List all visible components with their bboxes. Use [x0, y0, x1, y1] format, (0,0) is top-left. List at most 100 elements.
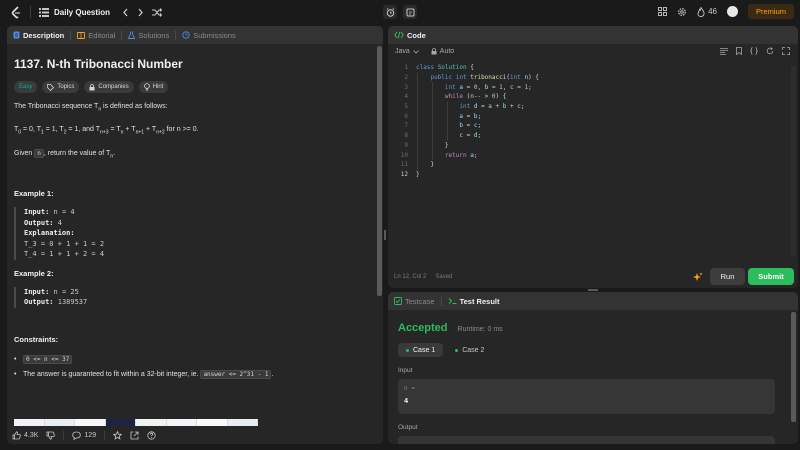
hint-label: Hint [152, 84, 164, 90]
leetcode-logo-icon[interactable] [10, 5, 22, 19]
line-number: 8 [404, 132, 408, 140]
line-number: 12 [400, 170, 408, 178]
braces-icon[interactable] [750, 47, 758, 55]
hint-chip[interactable]: Hint [138, 81, 169, 93]
input-var-name: n = [404, 385, 415, 392]
format-icon[interactable] [720, 47, 728, 55]
ad-banner[interactable] [14, 419, 258, 426]
help-icon[interactable] [147, 430, 156, 440]
lock-icon [89, 83, 95, 91]
layout-grid-icon[interactable] [658, 7, 668, 16]
example-1-output: Output: 4 [24, 218, 370, 229]
star-icon[interactable] [113, 430, 123, 440]
chevron-down-icon [413, 49, 419, 54]
premium-button[interactable]: Premium [747, 4, 794, 19]
comments-button[interactable]: 129 [72, 431, 96, 440]
result-scrollbar[interactable] [791, 312, 796, 440]
constraints-list: 0 <= n <= 37 The answer is guaranteed to… [14, 354, 370, 380]
book-icon [77, 31, 86, 39]
topics-chip[interactable]: Topics [42, 81, 80, 93]
tab-editorial[interactable]: Editorial [77, 31, 115, 40]
code-line: 5 int d = a + b + c; [388, 101, 798, 112]
problem-title[interactable]: 1137. N-th Tribonacci Number [14, 57, 370, 71]
reset-icon[interactable] [766, 47, 774, 55]
streak-counter[interactable]: 46 [697, 6, 717, 17]
vertical-resize-handle[interactable] [384, 230, 386, 240]
thumbs-down-icon[interactable] [46, 431, 56, 440]
code-toolbar: Java Auto [388, 44, 798, 59]
case-label: Case 1 [413, 346, 436, 354]
code-header: Code [388, 26, 798, 44]
chevron-right-icon[interactable] [137, 8, 144, 17]
share-icon[interactable] [130, 431, 139, 440]
code-brackets-icon [394, 31, 404, 39]
given-text: Given n, return the value of Tn. [14, 148, 370, 162]
like-button[interactable]: 4.3K [12, 430, 38, 440]
tab-code-label: Code [407, 30, 426, 40]
def-part: = 0, T [21, 126, 41, 134]
case-1-tab[interactable]: Case 1 [398, 343, 444, 357]
def-part: for n >= 0. [164, 126, 199, 134]
code-line: 11 } [388, 159, 798, 170]
def-part: = T [108, 126, 121, 134]
tab-test-result[interactable]: Test Result [448, 297, 499, 306]
constraint-text-end: . [271, 370, 274, 378]
code-line: 6 a = b; [388, 111, 798, 122]
input-value-box: n = 4 [398, 379, 775, 414]
code-editor[interactable]: 1 class Solution { 2 public int tribonacc… [388, 63, 798, 253]
code-text: while (n-- > 0) { [444, 93, 507, 101]
auto-mode-toggle[interactable]: Auto [431, 48, 454, 55]
code-line: 12} [388, 170, 798, 180]
code-line: 2 public int tribonacci(int n) { [388, 72, 798, 83]
companies-chip[interactable]: Companies [84, 81, 134, 93]
submit-button[interactable]: Submit [748, 268, 794, 285]
definition-text: T0 = 0, T1 = 1, T2 = 1, and Tn+3 = Tn + … [14, 124, 370, 138]
expand-icon[interactable] [782, 47, 790, 55]
problem-chips: Easy Topics Companies Hint [14, 81, 370, 93]
example-2-title: Example 2: [14, 268, 54, 278]
tab-solutions[interactable]: Solutions [128, 31, 169, 40]
inline-code: answer <= 2^31 - 1 [200, 369, 272, 379]
line-number: 4 [404, 93, 408, 101]
document-icon [13, 31, 20, 39]
divider [175, 30, 177, 40]
comment-icon [72, 431, 82, 440]
chevron-left-icon[interactable] [122, 8, 129, 17]
problem-list-button[interactable]: Daily Question [39, 7, 111, 17]
problem-list-title: Daily Question [54, 7, 111, 17]
given-mid: , return the value of T [43, 149, 111, 157]
constraints-title: Constraints: [14, 334, 59, 344]
divider [121, 30, 123, 40]
ad-tile [136, 419, 167, 426]
tab-code[interactable]: Code [394, 31, 426, 40]
scrollbar-thumb[interactable] [791, 312, 796, 422]
shuffle-icon[interactable] [152, 7, 163, 17]
tab-testcase[interactable]: Testcase [394, 297, 435, 306]
divider [440, 296, 442, 306]
horizontal-resize-handle[interactable] [588, 289, 598, 291]
language-select[interactable]: Java [395, 48, 419, 55]
given-start: Given [14, 149, 35, 157]
tab-description[interactable]: Description [13, 31, 64, 40]
line-number: 10 [400, 151, 408, 159]
example-1-explanation: Explanation: [24, 228, 370, 239]
lightbulb-icon [143, 83, 150, 91]
description-scrollbar[interactable] [377, 46, 382, 424]
tab-submissions[interactable]: Submissions [182, 31, 236, 40]
notes-button[interactable] [403, 5, 417, 19]
constraint-text: The answer is guaranteed to fit within a… [23, 370, 201, 378]
checkbox-icon [394, 297, 402, 305]
run-button[interactable]: Run [710, 268, 745, 285]
gear-icon[interactable] [677, 7, 687, 17]
input-value: n = 4 [49, 208, 75, 217]
editor-scrollbar[interactable] [791, 66, 796, 256]
list-item: The answer is guaranteed to fit within a… [14, 369, 370, 380]
bookmark-icon[interactable] [736, 47, 742, 55]
code-text: int a = 0, b = 1, c = 1; [444, 83, 532, 91]
scrollbar-thumb[interactable] [377, 46, 382, 296]
subscript: n+1 [135, 129, 145, 136]
timer-button[interactable] [383, 5, 397, 19]
sparkle-icon[interactable] [693, 272, 703, 282]
case-2-tab[interactable]: Case 2 [447, 343, 492, 357]
avatar[interactable] [726, 6, 738, 17]
